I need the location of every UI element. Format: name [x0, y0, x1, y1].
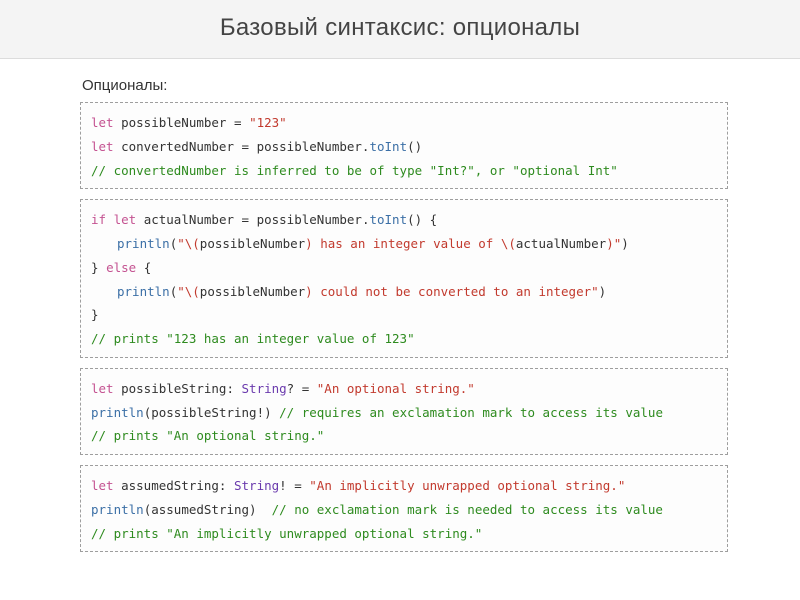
code-text: possibleNumber: [200, 236, 305, 251]
code-text: }: [91, 260, 106, 275]
code-text: possibleNumber: [114, 115, 234, 130]
code-text: "An implicitly unwrapped optional string…: [309, 478, 625, 493]
code-text: (assumedString): [144, 502, 272, 517]
code-text: ? =: [287, 381, 317, 396]
code-indent: println("\(possibleNumber) could not be …: [91, 280, 606, 304]
code-text: "\(: [177, 284, 200, 299]
code-text: }: [91, 307, 99, 322]
code-text: let: [91, 115, 114, 130]
code-text: convertedNumber: [114, 139, 242, 154]
code-text: [106, 212, 114, 227]
code-box-1: let possibleNumber = "123" let converted…: [80, 102, 728, 189]
code-comment: // prints "123 has an integer value of 1…: [91, 331, 415, 346]
code-text: ! =: [279, 478, 309, 493]
code-text: () {: [407, 212, 437, 227]
code-text: ): [621, 236, 629, 251]
page-title: Базовый синтаксис: опционалы: [0, 14, 800, 42]
slide: Базовый синтаксис: опционалы Опционалы: …: [0, 0, 800, 600]
content-area: Опционалы: let possibleNumber = "123" le…: [24, 77, 776, 552]
code-text: if: [91, 212, 106, 227]
code-comment: // requires an exclamation mark to acces…: [279, 405, 663, 420]
code-text: toInt: [369, 212, 407, 227]
code-text: {: [136, 260, 151, 275]
code-indent: println("\(possibleNumber) has an intege…: [91, 232, 629, 256]
code-text: String: [242, 381, 287, 396]
code-text: assumedString:: [114, 478, 234, 493]
code-text: =: [234, 115, 249, 130]
code-text: ): [599, 284, 607, 299]
code-text: (): [407, 139, 422, 154]
code-text: ) has an integer value of \(: [305, 236, 516, 251]
code-text: "\(: [177, 236, 200, 251]
code-text: let: [114, 212, 137, 227]
section-subtitle: Опционалы:: [82, 77, 728, 94]
code-text: let: [91, 478, 114, 493]
code-text: String: [234, 478, 279, 493]
code-comment: // prints "An optional string.": [91, 428, 324, 443]
title-bar: Базовый синтаксис: опционалы: [0, 0, 800, 59]
code-comment: // convertedNumber is inferred to be of …: [91, 163, 618, 178]
code-text: (possibleString!): [144, 405, 279, 420]
code-text: println: [117, 284, 170, 299]
code-box-4: let assumedString: String! = "An implici…: [80, 465, 728, 552]
code-box-2: if let actualNumber = possibleNumber.toI…: [80, 199, 728, 358]
code-comment: // no exclamation mark is needed to acce…: [272, 502, 663, 517]
code-text: possibleNumber.: [257, 139, 370, 154]
code-text: actualNumber: [516, 236, 606, 251]
code-text: let: [91, 381, 114, 396]
code-comment: // prints "An implicitly unwrapped optio…: [91, 526, 482, 541]
code-text: "An optional string.": [317, 381, 475, 396]
code-text: actualNumber = possibleNumber.: [136, 212, 369, 227]
code-text: )": [606, 236, 621, 251]
code-text: "123": [249, 115, 287, 130]
code-text: possibleNumber: [200, 284, 305, 299]
code-text: println: [91, 405, 144, 420]
code-text: possibleString:: [114, 381, 242, 396]
code-text: ) could not be converted to an integer": [305, 284, 599, 299]
code-text: toInt: [369, 139, 407, 154]
code-text: let: [91, 139, 114, 154]
code-box-3: let possibleString: String? = "An option…: [80, 368, 728, 455]
code-text: else: [106, 260, 136, 275]
code-text: =: [242, 139, 257, 154]
code-text: println: [117, 236, 170, 251]
code-text: println: [91, 502, 144, 517]
